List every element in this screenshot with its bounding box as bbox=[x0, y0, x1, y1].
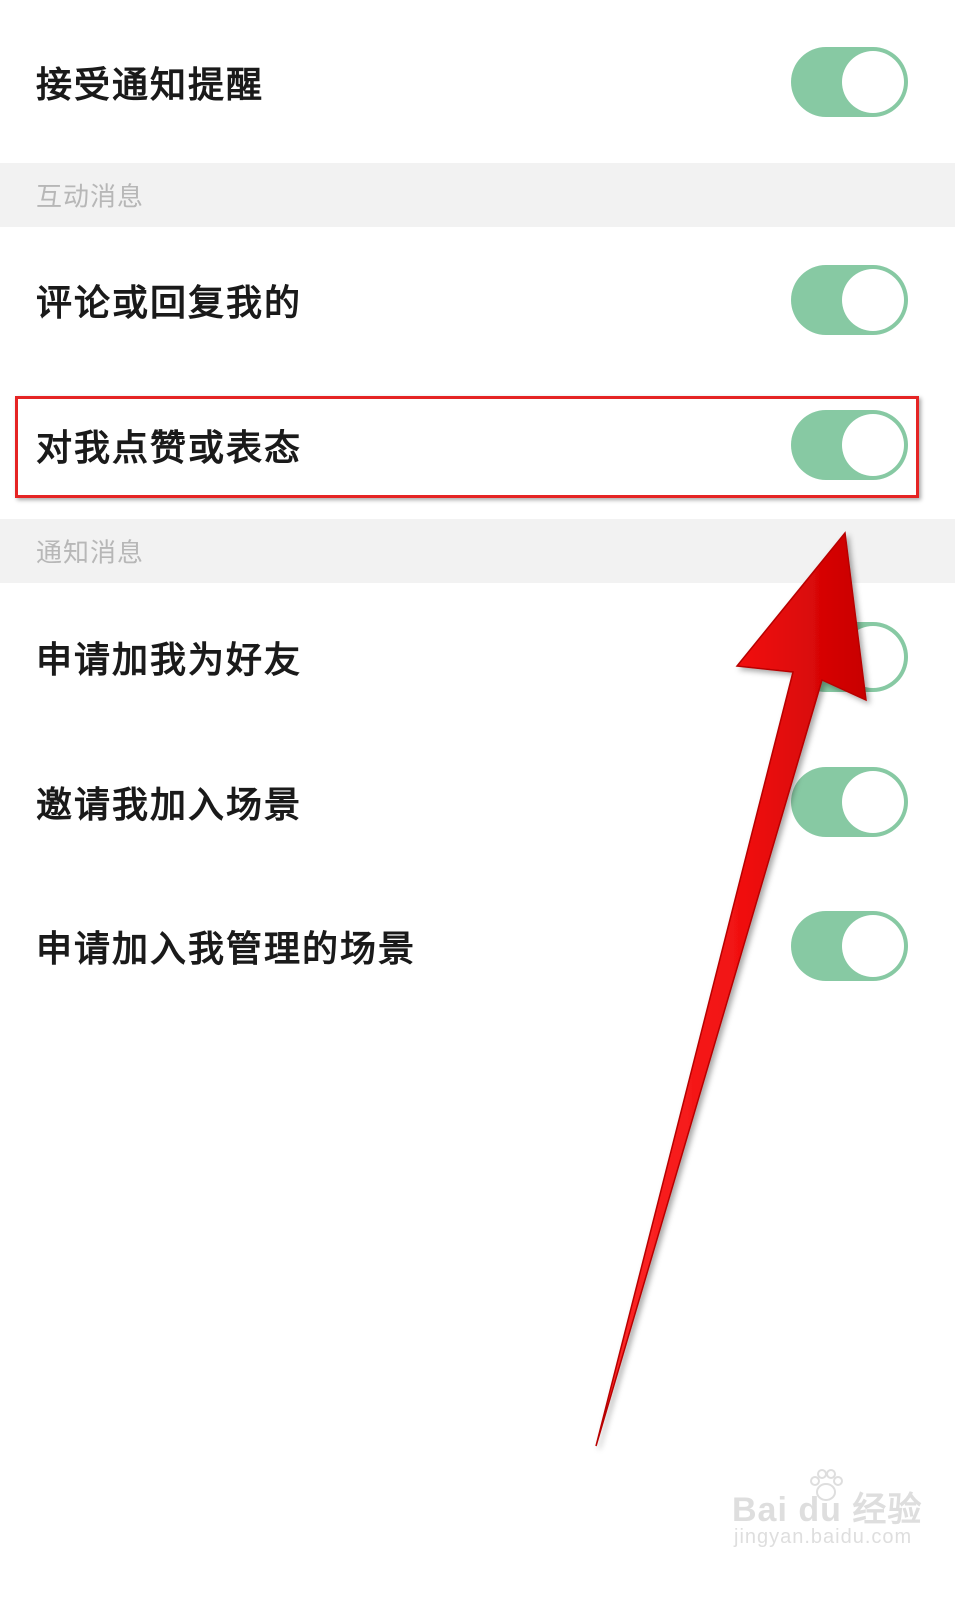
toggle-knob bbox=[842, 915, 904, 977]
toggle-knob bbox=[842, 50, 904, 113]
toggle-switch-comments-replies[interactable] bbox=[791, 264, 908, 335]
toggle-switch-likes-reactions[interactable] bbox=[791, 410, 908, 480]
setting-row-receive-notifications[interactable]: 接受通知提醒 bbox=[0, 0, 955, 163]
setting-label: 接受通知提醒 bbox=[36, 64, 265, 106]
setting-row-likes-reactions[interactable]: 对我点赞或表态 bbox=[0, 372, 955, 518]
setting-label: 申请加入我管理的场景 bbox=[36, 929, 417, 970]
section-title: 互动消息 bbox=[36, 182, 145, 213]
setting-label: 评论或回复我的 bbox=[36, 282, 303, 324]
toggle-knob bbox=[842, 770, 904, 833]
toggle-switch-friend-requests[interactable] bbox=[791, 621, 908, 692]
watermark-domain: jingyan.baidu.com bbox=[734, 1526, 913, 1548]
setting-row-scene-invites[interactable]: 邀请我加入场景 bbox=[0, 730, 955, 873]
section-header-notification-messages: 通知消息 bbox=[0, 519, 955, 583]
toggle-switch-receive-notifications[interactable] bbox=[791, 46, 908, 117]
setting-label: 邀请我加入场景 bbox=[36, 784, 303, 826]
toggle-knob bbox=[842, 625, 904, 688]
toggle-knob bbox=[842, 414, 904, 476]
setting-row-friend-requests[interactable]: 申请加我为好友 bbox=[0, 583, 955, 730]
section-title: 通知消息 bbox=[36, 538, 145, 569]
section-header-interaction-messages: 互动消息 bbox=[0, 163, 955, 227]
setting-row-comments-replies[interactable]: 评论或回复我的 bbox=[0, 227, 955, 372]
toggle-switch-scene-invites[interactable] bbox=[791, 766, 908, 837]
setting-label: 申请加我为好友 bbox=[36, 639, 303, 681]
toggle-switch-join-managed-scene[interactable] bbox=[791, 911, 908, 981]
baidu-jingyan-watermark: Bai du 经验 jingyan.baidu.com bbox=[732, 1468, 932, 1558]
setting-label: 对我点赞或表态 bbox=[36, 428, 303, 469]
toggle-knob bbox=[842, 268, 904, 331]
watermark-brand: Bai du 经验 bbox=[732, 1491, 923, 1529]
setting-row-join-managed-scene[interactable]: 申请加入我管理的场景 bbox=[0, 873, 955, 1019]
